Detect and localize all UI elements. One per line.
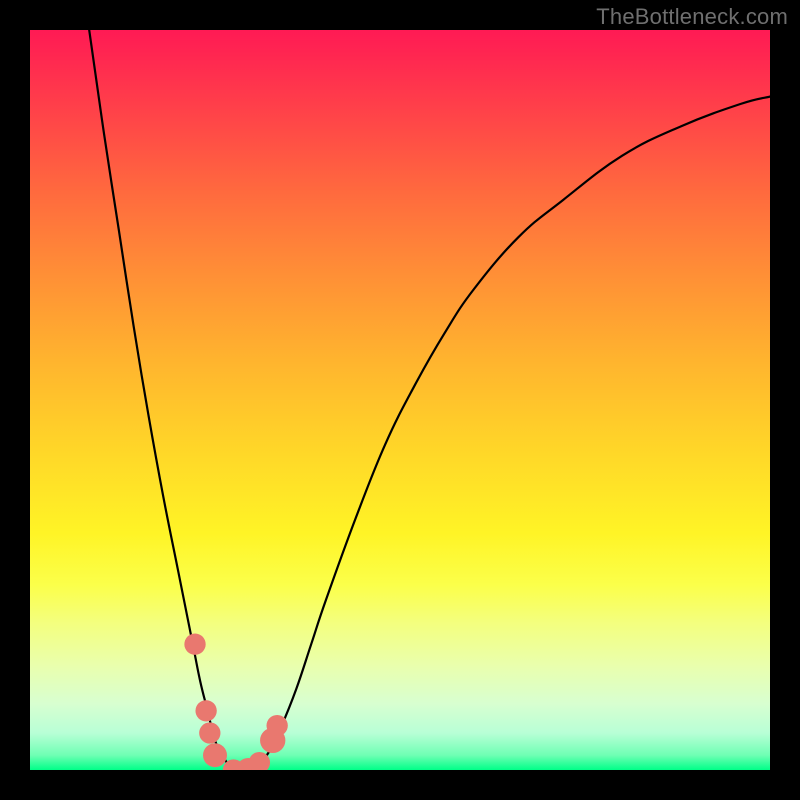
curve-markers <box>184 634 287 770</box>
curve-marker <box>199 722 220 743</box>
plot-area <box>30 30 770 770</box>
curve-marker <box>267 715 288 736</box>
curve-marker <box>184 634 205 655</box>
chart-frame: TheBottleneck.com <box>0 0 800 800</box>
curve-marker <box>203 743 227 767</box>
curve-svg <box>30 30 770 770</box>
bottleneck-curve <box>89 30 770 770</box>
curve-marker <box>195 700 216 721</box>
watermark-text: TheBottleneck.com <box>596 4 788 30</box>
